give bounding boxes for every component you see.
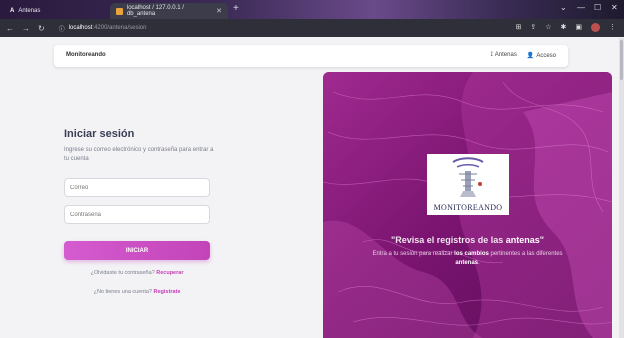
close-tab-icon[interactable]: ✕ bbox=[216, 7, 222, 15]
panel-description: Entra a tu sesión para realizar los camb… bbox=[371, 250, 564, 268]
forward-icon[interactable]: → bbox=[22, 24, 30, 33]
phpmyadmin-icon bbox=[116, 7, 123, 15]
register-link[interactable]: Registrate bbox=[154, 289, 181, 295]
url-host: localhost bbox=[68, 25, 93, 31]
nav-antenas-label: Antenas bbox=[494, 52, 517, 58]
desc-text: pertinentes a las diferentes bbox=[488, 251, 563, 257]
antenna-icon: ⟟ bbox=[490, 52, 493, 58]
sidebar-icon[interactable]: ▣ bbox=[575, 23, 582, 32]
minimize-icon[interactable]: — bbox=[577, 3, 585, 12]
login-form: Iniciar sesión Ingrese su correo electró… bbox=[64, 128, 214, 295]
nav-acceso[interactable]: 👤 Acceso bbox=[527, 52, 556, 59]
menu-icon[interactable]: ⋮ bbox=[609, 23, 616, 32]
address-bar: ← → ↻ ⓘ localhost:4200/antena/sesion ⊞ ⇪… bbox=[0, 19, 624, 37]
tab-label: localhost / 127.0.0.1 / db_antena bbox=[126, 5, 184, 17]
headline-close-quote: " bbox=[539, 235, 545, 245]
extensions-icon[interactable]: ✱ bbox=[561, 23, 567, 32]
user-icon: 👤 bbox=[526, 53, 535, 59]
url-path: :4200/antena/sesion bbox=[92, 25, 147, 31]
logo-text: MONITOREANDO bbox=[433, 203, 503, 212]
monitoreando-logo: MONITOREANDO bbox=[427, 154, 509, 215]
url-field[interactable]: ⓘ localhost:4200/antena/sesion bbox=[59, 24, 147, 33]
recover-link[interactable]: Recuperar bbox=[156, 270, 183, 276]
login-button[interactable]: INICIAR bbox=[64, 241, 210, 260]
password-field[interactable] bbox=[64, 205, 210, 224]
back-icon[interactable]: ← bbox=[6, 24, 14, 33]
close-window-icon[interactable]: ✕ bbox=[611, 3, 618, 12]
scrollbar-thumb[interactable] bbox=[620, 40, 623, 80]
nav-acceso-label: Acceso bbox=[536, 53, 556, 59]
info-icon: ⓘ bbox=[58, 26, 65, 33]
new-tab-button[interactable]: + bbox=[233, 3, 239, 14]
register-row: ¿No tienes una cuenta? Registrate bbox=[64, 289, 210, 295]
brand-logo-text[interactable]: Monitoreando bbox=[66, 52, 106, 58]
headline-text: "Revisa el registros de las bbox=[390, 235, 506, 245]
app-navbar: Monitoreando ⟟ Antenas 👤 Acceso bbox=[54, 45, 568, 67]
nav-antenas[interactable]: ⟟ Antenas bbox=[491, 52, 517, 59]
desc-emphasis: los cambios bbox=[454, 251, 489, 257]
tab-phpmyadmin[interactable]: localhost / 127.0.0.1 / db_antena ✕ bbox=[110, 3, 228, 19]
browser-tab-bar: A Antenas ✕ localhost / 127.0.0.1 / db_a… bbox=[0, 0, 624, 19]
forgot-password-text: ¿Olvidaste tu contraseña? bbox=[90, 270, 155, 276]
maximize-icon[interactable]: ☐ bbox=[594, 3, 601, 12]
promo-panel: MONITOREANDO "Revisa el registros de las… bbox=[323, 72, 612, 338]
login-subtitle: Ingrese su correo electrónico y contrase… bbox=[64, 147, 214, 162]
desc-text: Entra a tu sesión para realizar bbox=[372, 251, 455, 257]
headline-emphasis: antenas bbox=[505, 235, 540, 245]
page-title: Iniciar sesión bbox=[64, 128, 135, 140]
register-text: ¿No tienes una cuenta? bbox=[93, 289, 152, 295]
star-icon[interactable]: ☆ bbox=[545, 23, 551, 32]
forgot-password-row: ¿Olvidaste tu contraseña? Recuperar bbox=[64, 270, 210, 276]
chevron-down-icon[interactable]: ⌄ bbox=[560, 3, 567, 12]
tab-favicon-icon: A bbox=[10, 8, 15, 14]
desc-text: . bbox=[478, 260, 480, 266]
translate-icon[interactable]: ⊞ bbox=[515, 23, 521, 32]
reload-icon[interactable]: ↻ bbox=[38, 24, 45, 33]
page-scrollbar[interactable] bbox=[619, 38, 624, 338]
share-icon[interactable]: ⇪ bbox=[530, 23, 536, 32]
panel-headline: "Revisa el registros de las antenas" bbox=[323, 235, 612, 245]
profile-avatar[interactable] bbox=[591, 23, 600, 32]
desc-emphasis: antenas bbox=[455, 260, 478, 266]
email-field[interactable] bbox=[64, 178, 210, 197]
tab-label: Antenas bbox=[18, 8, 41, 14]
